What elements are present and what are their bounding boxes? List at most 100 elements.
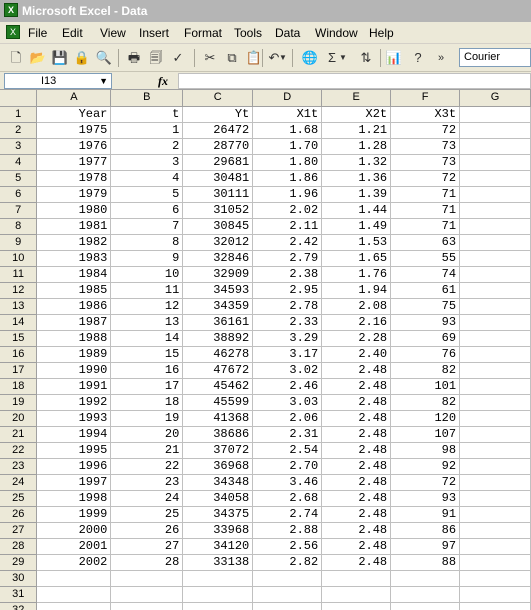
row-header[interactable]: 1 [0,106,38,123]
cell[interactable]: 2.31 [252,426,323,443]
cell[interactable]: 1.44 [321,202,392,219]
cell[interactable]: 3.02 [252,362,323,379]
cell[interactable]: 2.38 [252,266,323,283]
cell[interactable]: 98 [390,442,461,459]
row-header[interactable]: 3 [0,138,38,155]
cell[interactable] [459,170,531,187]
cell[interactable]: 1981 [36,218,112,235]
cell[interactable]: 1.86 [252,170,323,187]
cell[interactable]: 1.49 [321,218,392,235]
cell[interactable]: 3.29 [252,330,323,347]
cell[interactable]: 30481 [182,170,254,187]
cell[interactable]: 45599 [182,394,254,411]
cell[interactable]: 2.68 [252,490,323,507]
insert-function-icon[interactable]: fx [158,74,168,89]
cell[interactable]: 2.48 [321,522,392,539]
cell[interactable] [459,106,531,123]
cell[interactable]: 17 [110,378,184,395]
row-header[interactable]: 23 [0,458,38,475]
cell[interactable]: 55 [390,250,461,267]
name-box[interactable]: I13 ▼ [4,73,112,89]
cell[interactable]: 1998 [36,490,112,507]
cell[interactable] [36,570,112,587]
column-header[interactable]: A [36,90,112,107]
row-header[interactable]: 31 [0,586,38,603]
row-header[interactable]: 2 [0,122,38,139]
cell[interactable] [459,490,531,507]
cell[interactable]: 2001 [36,538,112,555]
menu-window[interactable]: Window [315,26,358,40]
cell[interactable]: 97 [390,538,461,555]
cell[interactable] [459,426,531,443]
excel-app-icon[interactable]: X [4,3,18,17]
menu-edit[interactable]: Edit [62,26,83,40]
cell[interactable]: 32909 [182,266,254,283]
cell[interactable]: 1999 [36,506,112,523]
cell[interactable]: 7 [110,218,184,235]
workbook-icon[interactable]: X [6,25,20,39]
cell[interactable]: 36161 [182,314,254,331]
column-header[interactable]: E [321,90,392,107]
column-header[interactable]: B [110,90,184,107]
copy-icon[interactable]: ⧉ [222,48,242,68]
cell[interactable]: 2.48 [321,538,392,555]
cell[interactable] [252,586,323,603]
cell[interactable]: 1980 [36,202,112,219]
toolbar-options-icon[interactable]: » [434,48,448,68]
cell[interactable]: 19 [110,410,184,427]
cell[interactable]: 73 [390,138,461,155]
cell[interactable]: 2.48 [321,490,392,507]
cell[interactable] [459,410,531,427]
help-icon[interactable]: ? [408,48,428,68]
cell[interactable]: 30111 [182,186,254,203]
cell[interactable]: 2.48 [321,554,392,571]
cell[interactable]: 2.16 [321,314,392,331]
cell[interactable]: 1.53 [321,234,392,251]
print-preview-page-icon[interactable]: 🗐 [146,48,166,68]
row-header[interactable]: 28 [0,538,38,555]
cell[interactable]: 31052 [182,202,254,219]
cell[interactable]: 61 [390,282,461,299]
cell[interactable]: 3.03 [252,394,323,411]
cell[interactable]: 2.88 [252,522,323,539]
cell[interactable] [459,234,531,251]
cell[interactable]: 2.28 [321,330,392,347]
row-header[interactable]: 25 [0,490,38,507]
cell[interactable]: 2.54 [252,442,323,459]
cell[interactable]: 63 [390,234,461,251]
row-header[interactable]: 11 [0,266,38,283]
column-header[interactable]: F [390,90,461,107]
row-header[interactable]: 32 [0,602,38,610]
cell[interactable]: 4 [110,170,184,187]
cell[interactable]: 47672 [182,362,254,379]
cell[interactable]: 34593 [182,282,254,299]
row-header[interactable]: 15 [0,330,38,347]
menu-view[interactable]: View [100,26,126,40]
cell[interactable]: 2.46 [252,378,323,395]
cell[interactable]: 107 [390,426,461,443]
sort-ascending-icon[interactable]: ⇅ [356,48,376,68]
cell[interactable] [459,378,531,395]
cell[interactable] [459,202,531,219]
cell[interactable] [321,570,392,587]
cell[interactable]: 3 [110,154,184,171]
cell[interactable]: 2.48 [321,506,392,523]
cell[interactable] [252,570,323,587]
cell[interactable]: 1991 [36,378,112,395]
cell[interactable]: 34120 [182,538,254,555]
row-header[interactable]: 21 [0,426,38,443]
cell[interactable] [459,218,531,235]
cell[interactable] [110,586,184,603]
cell[interactable]: 1.80 [252,154,323,171]
row-header[interactable]: 8 [0,218,38,235]
cell[interactable]: 28 [110,554,184,571]
cell[interactable]: 72 [390,122,461,139]
cell[interactable]: 2.33 [252,314,323,331]
cell[interactable]: 1982 [36,234,112,251]
cell[interactable] [182,602,254,610]
cell[interactable]: 12 [110,298,184,315]
cell[interactable]: 2.48 [321,378,392,395]
font-name-select[interactable]: Courier [459,48,531,67]
cell[interactable]: 33138 [182,554,254,571]
cell[interactable]: 2.40 [321,346,392,363]
